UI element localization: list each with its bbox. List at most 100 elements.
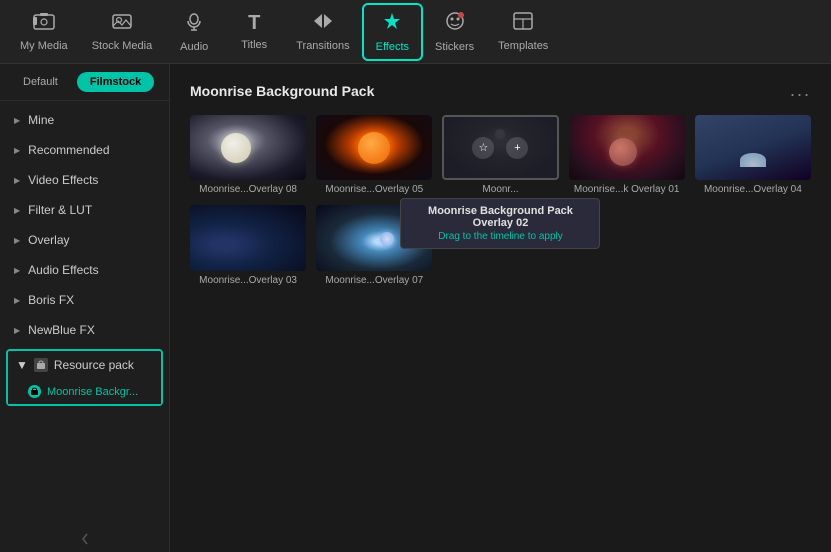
effect-item-overlay-08[interactable]: Moonrise...Overlay 08 bbox=[190, 115, 306, 195]
templates-icon bbox=[513, 12, 533, 36]
resource-pack-icon bbox=[34, 358, 48, 372]
effect-thumb-overlay-08 bbox=[190, 115, 306, 180]
sidebar-item-label: Mine bbox=[28, 113, 54, 127]
resource-pack-section: ▼ Resource pack bbox=[6, 349, 163, 406]
arrow-icon: ▶ bbox=[14, 176, 20, 185]
nav-item-titles[interactable]: T Titles bbox=[224, 6, 284, 57]
effect-label-overlay-04: Moonrise...Overlay 04 bbox=[695, 184, 811, 195]
moonrise-sub-icon bbox=[28, 385, 41, 398]
moon-decoration bbox=[609, 138, 637, 166]
hover-overlay: ☆ + bbox=[444, 117, 556, 178]
nav-item-audio[interactable]: Audio bbox=[164, 5, 224, 59]
tooltip-popup: Moonrise Background Pack Overlay 02 Drag… bbox=[400, 198, 600, 249]
arrow-icon: ▶ bbox=[14, 326, 20, 335]
arrow-icon: ▼ bbox=[16, 358, 28, 372]
filter-tab-default[interactable]: Default bbox=[10, 72, 71, 92]
sidebar-item-label: Filter & LUT bbox=[28, 203, 92, 217]
nav-item-stickers[interactable]: Stickers bbox=[423, 5, 486, 59]
moon-decoration bbox=[358, 132, 390, 164]
sidebar-item-video-effects[interactable]: ▶ Video Effects bbox=[0, 165, 169, 195]
sidebar-item-label: Overlay bbox=[28, 233, 69, 247]
effect-item-overlay-05[interactable]: Moonrise...Overlay 05 bbox=[316, 115, 432, 195]
tooltip-action-icons: ☆ + bbox=[472, 137, 528, 159]
nav-label-effects: Effects bbox=[376, 41, 409, 53]
nav-item-transitions[interactable]: Transitions bbox=[284, 6, 361, 58]
top-nav: My Media Stock Media Audio T Titles bbox=[0, 0, 831, 64]
effect-item-overlay-01[interactable]: Moonrise...k Overlay 01 bbox=[569, 115, 685, 195]
audio-icon bbox=[185, 11, 203, 37]
favorite-icon-button[interactable]: ☆ bbox=[472, 137, 494, 159]
sidebar-collapse-button[interactable] bbox=[0, 526, 169, 552]
sidebar-sub-item-moonrise[interactable]: Moonrise Backgr... bbox=[8, 379, 161, 404]
sidebar-item-label: Audio Effects bbox=[28, 263, 99, 277]
content-area: Moonrise Background Pack ... Moonrise...… bbox=[170, 64, 831, 552]
tooltip-popup-title: Moonrise Background Pack Overlay 02 bbox=[411, 205, 589, 229]
effect-label-overlay-07: Moonrise...Overlay 07 bbox=[316, 275, 432, 286]
effect-label-overlay-02: Moonr... bbox=[442, 184, 558, 195]
my-media-icon bbox=[33, 12, 55, 36]
resource-pack-label: Resource pack bbox=[54, 358, 134, 372]
effect-item-overlay-03[interactable]: Moonrise...Overlay 03 bbox=[190, 205, 306, 285]
nav-label-transitions: Transitions bbox=[296, 40, 349, 52]
tooltip-popup-subtitle: Drag to the timeline to apply bbox=[411, 231, 589, 242]
effect-label-overlay-01: Moonrise...k Overlay 01 bbox=[569, 184, 685, 195]
arrow-icon: ▶ bbox=[14, 116, 20, 125]
content-title: Moonrise Background Pack bbox=[190, 83, 374, 99]
nav-label-audio: Audio bbox=[180, 41, 208, 53]
content-header: Moonrise Background Pack ... bbox=[190, 80, 811, 101]
effect-thumb-overlay-05 bbox=[316, 115, 432, 180]
effect-thumb-overlay-02: ☆ + bbox=[442, 115, 558, 180]
arrow-icon: ▶ bbox=[14, 236, 20, 245]
stock-media-icon bbox=[111, 12, 133, 36]
nav-item-effects[interactable]: Effects bbox=[362, 3, 423, 61]
stickers-icon bbox=[445, 11, 465, 37]
main-layout: Default Filmstock ▶ Mine ▶ Recommended ▶… bbox=[0, 64, 831, 552]
moon-decoration bbox=[740, 153, 766, 167]
effect-item-overlay-04[interactable]: Moonrise...Overlay 04 bbox=[695, 115, 811, 195]
titles-icon: T bbox=[248, 12, 260, 35]
arrow-icon: ▶ bbox=[14, 266, 20, 275]
sidebar: Default Filmstock ▶ Mine ▶ Recommended ▶… bbox=[0, 64, 170, 552]
nav-label-templates: Templates bbox=[498, 40, 548, 52]
resource-pack-header[interactable]: ▼ Resource pack bbox=[8, 351, 161, 379]
sidebar-item-label: Recommended bbox=[28, 143, 109, 157]
sidebar-item-overlay[interactable]: ▶ Overlay bbox=[0, 225, 169, 255]
moon-decoration bbox=[221, 133, 251, 163]
arrow-icon: ▶ bbox=[14, 296, 20, 305]
nav-label-titles: Titles bbox=[241, 39, 267, 51]
sidebar-items: ▶ Mine ▶ Recommended ▶ Video Effects ▶ F… bbox=[0, 101, 169, 526]
nav-label-stock-media: Stock Media bbox=[92, 40, 153, 52]
sidebar-item-recommended[interactable]: ▶ Recommended bbox=[0, 135, 169, 165]
more-options-button[interactable]: ... bbox=[790, 80, 811, 101]
nav-item-templates[interactable]: Templates bbox=[486, 6, 560, 58]
sidebar-item-mine[interactable]: ▶ Mine bbox=[0, 105, 169, 135]
effect-thumb-overlay-01 bbox=[569, 115, 685, 180]
effect-label-overlay-08: Moonrise...Overlay 08 bbox=[190, 184, 306, 195]
effect-thumb-overlay-04 bbox=[695, 115, 811, 180]
effects-icon bbox=[382, 11, 402, 37]
nav-label-stickers: Stickers bbox=[435, 41, 474, 53]
sidebar-item-audio-effects[interactable]: ▶ Audio Effects bbox=[0, 255, 169, 285]
sidebar-item-label: NewBlue FX bbox=[28, 323, 95, 337]
sidebar-item-boris-fx[interactable]: ▶ Boris FX bbox=[0, 285, 169, 315]
effects-grid: Moonrise...Overlay 08 Moonrise...Overlay… bbox=[190, 115, 811, 286]
effect-item-overlay-02[interactable]: ☆ + Moonr... Moonrise Background Pack Ov… bbox=[442, 115, 558, 195]
arrow-icon: ▶ bbox=[14, 206, 20, 215]
nav-item-stock-media[interactable]: Stock Media bbox=[80, 6, 165, 58]
moon-decoration bbox=[380, 232, 394, 246]
sidebar-item-label: Boris FX bbox=[28, 293, 74, 307]
nav-label-my-media: My Media bbox=[20, 40, 68, 52]
effect-label-overlay-03: Moonrise...Overlay 03 bbox=[190, 275, 306, 286]
moonrise-sub-label: Moonrise Backgr... bbox=[47, 386, 138, 398]
filter-tabs: Default Filmstock bbox=[0, 64, 169, 101]
arrow-icon: ▶ bbox=[14, 146, 20, 155]
add-icon-button[interactable]: + bbox=[506, 137, 528, 159]
nav-item-my-media[interactable]: My Media bbox=[8, 6, 80, 58]
sidebar-item-newblue-fx[interactable]: ▶ NewBlue FX bbox=[0, 315, 169, 345]
sidebar-item-label: Video Effects bbox=[28, 173, 98, 187]
effect-label-overlay-05: Moonrise...Overlay 05 bbox=[316, 184, 432, 195]
filter-tab-filmstock[interactable]: Filmstock bbox=[77, 72, 154, 92]
transitions-icon bbox=[312, 12, 334, 36]
effect-thumb-overlay-03 bbox=[190, 205, 306, 270]
sidebar-item-filter-lut[interactable]: ▶ Filter & LUT bbox=[0, 195, 169, 225]
